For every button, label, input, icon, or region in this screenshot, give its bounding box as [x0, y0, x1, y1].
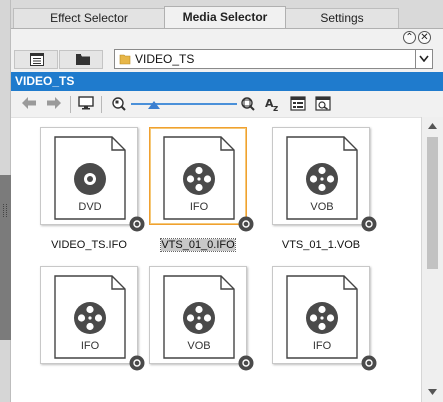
- preview-icon[interactable]: [315, 96, 331, 111]
- scroll-up-icon[interactable]: [428, 123, 437, 129]
- toolbar-separator: [101, 96, 102, 113]
- folder-small-icon: [119, 54, 131, 65]
- film-reel-icon: [74, 302, 106, 334]
- folder-view-button[interactable]: [59, 50, 103, 69]
- film-reel-icon: [183, 163, 215, 195]
- tab-media-selector[interactable]: Media Selector: [164, 6, 286, 28]
- path-value: VIDEO_TS: [135, 52, 195, 66]
- toolbar-separator: [70, 96, 71, 113]
- file-thumbnail[interactable]: VOB: [272, 127, 370, 225]
- svg-text:z: z: [273, 104, 278, 112]
- folder-icon: [76, 54, 90, 65]
- close-button[interactable]: ✕: [418, 31, 431, 44]
- path-bar: VIDEO_TS: [11, 48, 443, 71]
- tab-effect-selector[interactable]: Effect Selector: [13, 8, 165, 28]
- file-type-label: IFO: [80, 340, 100, 352]
- zoom-in-icon[interactable]: [240, 96, 256, 112]
- file-thumbnail[interactable]: IFO: [40, 266, 138, 364]
- details-view-icon[interactable]: [290, 96, 306, 111]
- zoom-out-icon[interactable]: [111, 96, 127, 112]
- path-dropdown[interactable]: VIDEO_TS: [114, 49, 433, 69]
- file-type-label: DVD: [78, 201, 102, 213]
- path-dropdown-button[interactable]: [415, 50, 432, 68]
- scroll-down-icon[interactable]: [428, 389, 437, 395]
- list-view-icon: [30, 53, 44, 66]
- zoom-slider-thumb[interactable]: [148, 101, 160, 109]
- file-type-label: IFO: [189, 201, 209, 213]
- tab-bar: Effect Selector Settings Media Selector: [11, 0, 443, 28]
- file-name: VTS_01_0.IFO: [129, 238, 267, 252]
- list-view-button[interactable]: [14, 50, 58, 69]
- file-name: VTS_01_1.VOB: [252, 239, 390, 251]
- file-type-label: VOB: [187, 340, 211, 352]
- file-grid: DVD VIDEO_TS.IFO IFO VTS_01_0.IFO VOB VTS_01_…: [11, 117, 421, 402]
- collapse-button[interactable]: ⌃: [403, 31, 416, 44]
- sort-az-icon[interactable]: A z: [265, 96, 283, 112]
- film-reel-icon: [183, 302, 215, 334]
- file-thumbnail[interactable]: IFO: [149, 127, 247, 225]
- status-badge-icon: [361, 216, 377, 232]
- file-name-text: VTS_01_1.VOB: [281, 239, 361, 251]
- chevron-down-icon: [419, 55, 429, 62]
- current-folder-header: VIDEO_TS: [11, 72, 443, 91]
- file-type-label: IFO: [312, 340, 332, 352]
- adjacent-panel-edge: [0, 0, 11, 402]
- forward-arrow-icon[interactable]: [46, 96, 62, 110]
- browser-toolbar: A z: [11, 91, 443, 117]
- scrollbar-thumb[interactable]: [427, 137, 438, 269]
- file-name-text: VIDEO_TS.IFO: [51, 239, 127, 251]
- disc-icon: [74, 163, 106, 195]
- status-badge-icon: [238, 216, 254, 232]
- status-badge-icon: [129, 355, 145, 371]
- file-name-text: VTS_01_0.IFO: [160, 238, 236, 252]
- file-type-label: VOB: [310, 201, 334, 213]
- tab-settings[interactable]: Settings: [285, 8, 399, 28]
- film-reel-icon: [306, 302, 338, 334]
- vertical-scrollbar[interactable]: [421, 117, 443, 402]
- file-thumbnail[interactable]: IFO: [272, 266, 370, 364]
- file-thumbnail[interactable]: VOB: [149, 266, 247, 364]
- file-thumbnail[interactable]: DVD: [40, 127, 138, 225]
- status-badge-icon: [361, 355, 377, 371]
- adjacent-panel-dark-area: [0, 175, 11, 340]
- status-badge-icon: [129, 216, 145, 232]
- splitter-grip[interactable]: [3, 204, 7, 217]
- status-badge-icon: [238, 355, 254, 371]
- media-selector-panel: ⌃ ✕ VIDEO_TS VIDEO_TS A z DVD VIDEO_TS.I…: [11, 28, 443, 402]
- back-arrow-icon[interactable]: [21, 96, 37, 110]
- film-reel-icon: [306, 163, 338, 195]
- zoom-slider-track[interactable]: [131, 103, 237, 105]
- monitor-icon[interactable]: [78, 96, 94, 110]
